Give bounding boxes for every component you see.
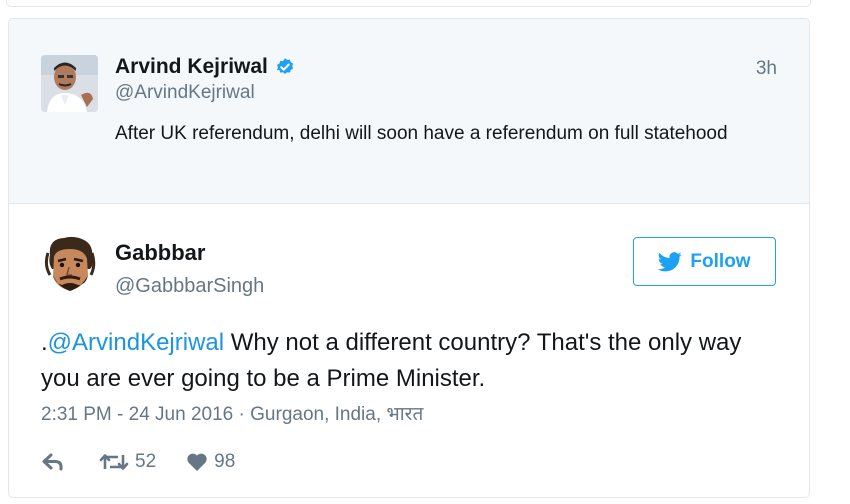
meta-separator: ·: [233, 404, 251, 425]
reply-button[interactable]: [41, 452, 65, 472]
like-button[interactable]: 98: [186, 451, 235, 473]
verified-badge-icon: [275, 57, 295, 77]
quoted-tweet-text: After UK referendum, delhi will soon hav…: [115, 123, 728, 144]
quoted-tweet-time[interactable]: 3h: [756, 57, 777, 81]
like-count: 98: [214, 451, 236, 472]
follow-button-label: Follow: [690, 250, 751, 272]
tweet-location[interactable]: Gurgaon, India, भारत: [250, 403, 423, 427]
heart-icon: [186, 452, 208, 472]
tweet-timestamp[interactable]: 2:31 PM - 24 Jun 2016: [41, 403, 233, 427]
quoted-author-name-row[interactable]: Arvind Kejriwal: [115, 55, 295, 79]
retweet-icon: [99, 452, 129, 472]
embedded-tweet-card: Arvind Kejriwal @ArvindKejriwal 3h After…: [8, 18, 810, 498]
quoted-author-avatar[interactable]: [41, 55, 98, 112]
tweet-author-handle[interactable]: @GabbbarSingh: [115, 274, 264, 298]
follow-button[interactable]: Follow: [633, 237, 776, 286]
quoted-author-name[interactable]: Arvind Kejriwal: [115, 55, 268, 79]
previous-card-edge: [6, 0, 811, 7]
reply-icon: [41, 452, 65, 472]
tweet-meta: 2:31 PM - 24 Jun 2016 · Gurgaon, India, …: [41, 403, 423, 427]
retweet-button[interactable]: 52: [99, 451, 156, 473]
tweet-text-prefix: .: [41, 329, 48, 356]
retweet-count: 52: [135, 451, 157, 472]
tweet-actions: 52 98: [41, 449, 235, 475]
quoted-tweet[interactable]: Arvind Kejriwal @ArvindKejriwal 3h After…: [9, 19, 809, 204]
mention-link[interactable]: @ArvindKejriwal: [48, 329, 224, 356]
tweet-text: .@ArvindKejriwal Why not a different cou…: [41, 325, 781, 397]
quoted-author-handle[interactable]: @ArvindKejriwal: [115, 81, 255, 105]
page-margin: [836, 0, 850, 504]
tweet-author-name[interactable]: Gabbbar: [115, 240, 205, 266]
tweet-author-avatar[interactable]: [42, 235, 99, 295]
twitter-bird-icon: [658, 251, 683, 272]
